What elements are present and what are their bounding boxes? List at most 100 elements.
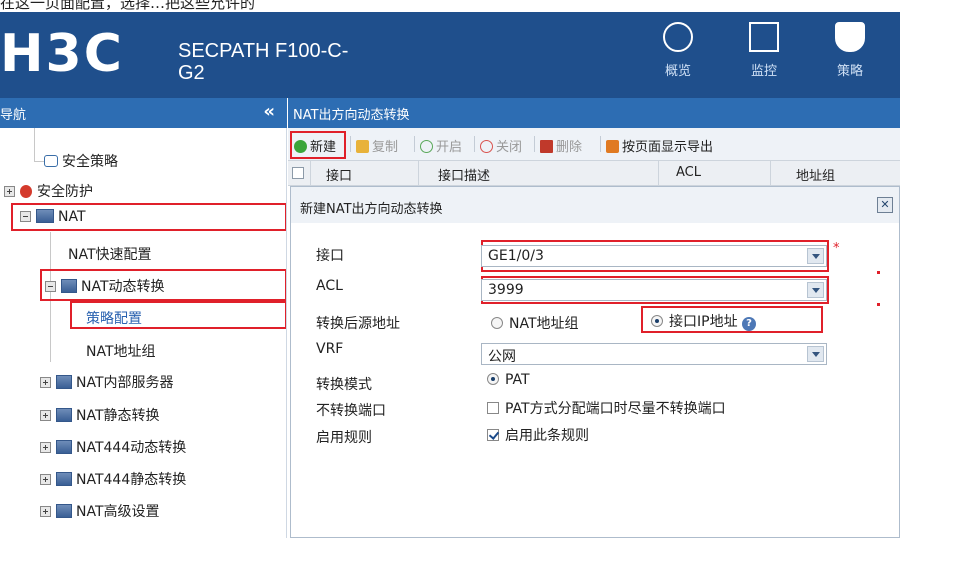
page-title: NAT出方向动态转换 xyxy=(293,108,410,123)
toolbar: 新建 复制 开启 关闭 删除 按页面显示导出 xyxy=(288,128,900,160)
column-divider xyxy=(658,161,659,185)
nat-dynamic-icon xyxy=(61,279,77,293)
sidebar-header: 导航 « xyxy=(0,98,287,128)
sidebar-nav: 安全策略 安全防护 NAT NAT快速配置 NAT动态转换 策略配置 NAT地址… xyxy=(0,128,287,538)
interface-value: GE1/0/3 xyxy=(488,248,544,264)
nat444-static-icon xyxy=(56,472,72,486)
sidebar-item-nat444-dynamic[interactable]: NAT444动态转换 xyxy=(40,437,186,457)
red-marker xyxy=(877,303,880,306)
vrf-select[interactable]: 公网 xyxy=(481,343,827,365)
vrf-label: VRF xyxy=(316,341,344,357)
monitor-icon xyxy=(749,22,779,52)
collapse-icon xyxy=(45,281,56,292)
sidebar-item-label: NAT静态转换 xyxy=(76,408,160,424)
sidebar-item-security-protection[interactable]: 安全防护 xyxy=(4,181,93,201)
sidebar-item-nat444-static[interactable]: NAT444静态转换 xyxy=(40,469,186,489)
sidebar-item-nat[interactable]: NAT xyxy=(20,209,86,225)
protection-icon xyxy=(20,185,32,198)
copy-button-label: 复制 xyxy=(372,140,399,155)
nav-policy[interactable]: 策略 xyxy=(820,22,880,79)
radio-selected xyxy=(487,373,499,385)
delete-button-label: 删除 xyxy=(556,140,583,155)
column-description[interactable]: 接口描述 xyxy=(438,165,490,184)
option-label: PAT xyxy=(505,372,530,388)
option-label: PAT方式分配端口时尽量不转换端口 xyxy=(505,401,726,417)
option-pat[interactable]: PAT xyxy=(487,372,530,388)
sidebar-item-security-policy[interactable]: 安全策略 xyxy=(44,151,118,171)
nav-overview[interactable]: 概览 xyxy=(648,22,708,79)
interface-label: 接口 xyxy=(316,248,344,264)
tree-guide xyxy=(34,161,44,162)
app-header: H3C SECPATH F100-C- G2 概览 监控 策略 xyxy=(0,12,900,98)
product-name: SECPATH F100-C- G2 xyxy=(178,40,348,84)
sidebar-item-label: NAT快速配置 xyxy=(68,247,152,263)
close-icon[interactable]: ✕ xyxy=(877,197,893,213)
acl-label: ACL xyxy=(316,278,343,294)
option-interface-ip[interactable]: 接口IP地址 ? xyxy=(651,311,757,331)
help-icon[interactable]: ? xyxy=(742,317,757,331)
nav-monitor[interactable]: 监控 xyxy=(734,22,794,79)
option-nat-address-group[interactable]: NAT地址组 xyxy=(491,313,579,333)
option-label: 启用此条规则 xyxy=(505,428,589,444)
nat-advanced-icon xyxy=(56,504,72,518)
sidebar-item-label: NAT444动态转换 xyxy=(76,440,187,456)
toolbar-divider xyxy=(350,136,351,152)
new-button-label: 新建 xyxy=(310,140,337,155)
nav-monitor-label: 监控 xyxy=(750,64,777,79)
option-label: 接口IP地址 xyxy=(669,314,738,330)
column-acl[interactable]: ACL xyxy=(676,165,701,180)
expand-icon xyxy=(40,442,51,453)
sidebar-item-nat-advanced[interactable]: NAT高级设置 xyxy=(40,501,160,521)
acl-select[interactable]: 3999 xyxy=(481,279,827,301)
select-all-checkbox[interactable] xyxy=(292,167,304,179)
new-button[interactable]: 新建 xyxy=(294,136,336,155)
export-icon xyxy=(606,140,619,153)
chevron-down-icon xyxy=(807,346,824,362)
delete-button[interactable]: 删除 xyxy=(540,136,582,155)
export-button[interactable]: 按页面显示导出 xyxy=(606,136,713,155)
sidebar-title: 导航 xyxy=(0,108,27,123)
sidebar-item-nat-server[interactable]: NAT内部服务器 xyxy=(40,372,174,392)
sidebar-item-label: NAT动态转换 xyxy=(81,279,165,295)
collapse-sidebar-button[interactable]: « xyxy=(263,101,275,122)
nat-icon xyxy=(36,209,54,223)
option-label: NAT地址组 xyxy=(509,316,579,332)
src-after-label: 转换后源地址 xyxy=(316,316,400,332)
sidebar-item-nat-quick[interactable]: NAT快速配置 xyxy=(68,244,152,264)
dialog-title-bar: 新建NAT出方向动态转换 ✕ xyxy=(291,187,899,223)
radio-selected xyxy=(651,315,663,327)
red-marker xyxy=(877,271,880,274)
required-mark: * xyxy=(833,241,840,256)
enable-button-label: 开启 xyxy=(436,140,463,155)
toolbar-divider xyxy=(534,136,535,152)
chevron-down-icon xyxy=(807,248,824,264)
product-name-line1: SECPATH F100-C- xyxy=(178,40,349,62)
column-divider xyxy=(418,161,419,185)
gauge-icon xyxy=(663,22,693,52)
sidebar-item-label: 安全防护 xyxy=(37,184,93,200)
export-button-label: 按页面显示导出 xyxy=(622,140,714,155)
mode-label: 转换模式 xyxy=(316,377,372,393)
column-address-group[interactable]: 地址组 xyxy=(796,165,835,184)
copy-button[interactable]: 复制 xyxy=(356,136,398,155)
column-interface[interactable]: 接口 xyxy=(326,165,352,184)
sidebar-item-label: 策略配置 xyxy=(86,311,142,327)
tree-guide xyxy=(34,128,35,162)
sidebar-item-nat-addrgroup[interactable]: NAT地址组 xyxy=(86,341,156,361)
nat444-dynamic-icon xyxy=(56,440,72,454)
sidebar-item-nat-dynamic[interactable]: NAT动态转换 xyxy=(45,276,165,296)
copy-icon xyxy=(356,140,369,153)
enable-button[interactable]: 开启 xyxy=(420,136,462,155)
x-circle-icon xyxy=(480,140,493,153)
interface-select[interactable]: GE1/0/3 xyxy=(481,245,827,267)
sidebar-item-label: NAT内部服务器 xyxy=(76,375,174,391)
radio-unselected xyxy=(491,317,503,329)
disable-button[interactable]: 关闭 xyxy=(480,136,522,155)
nav-overview-label: 概览 xyxy=(664,64,691,79)
nat-server-icon xyxy=(56,375,72,389)
shield-icon xyxy=(835,22,865,52)
sidebar-item-nat-static[interactable]: NAT静态转换 xyxy=(40,405,160,425)
sidebar-item-policy-config[interactable]: 策略配置 xyxy=(86,308,142,328)
no-port-checkbox[interactable]: PAT方式分配端口时尽量不转换端口 xyxy=(487,398,726,418)
enable-rule-checkbox[interactable]: 启用此条规则 xyxy=(487,425,589,445)
